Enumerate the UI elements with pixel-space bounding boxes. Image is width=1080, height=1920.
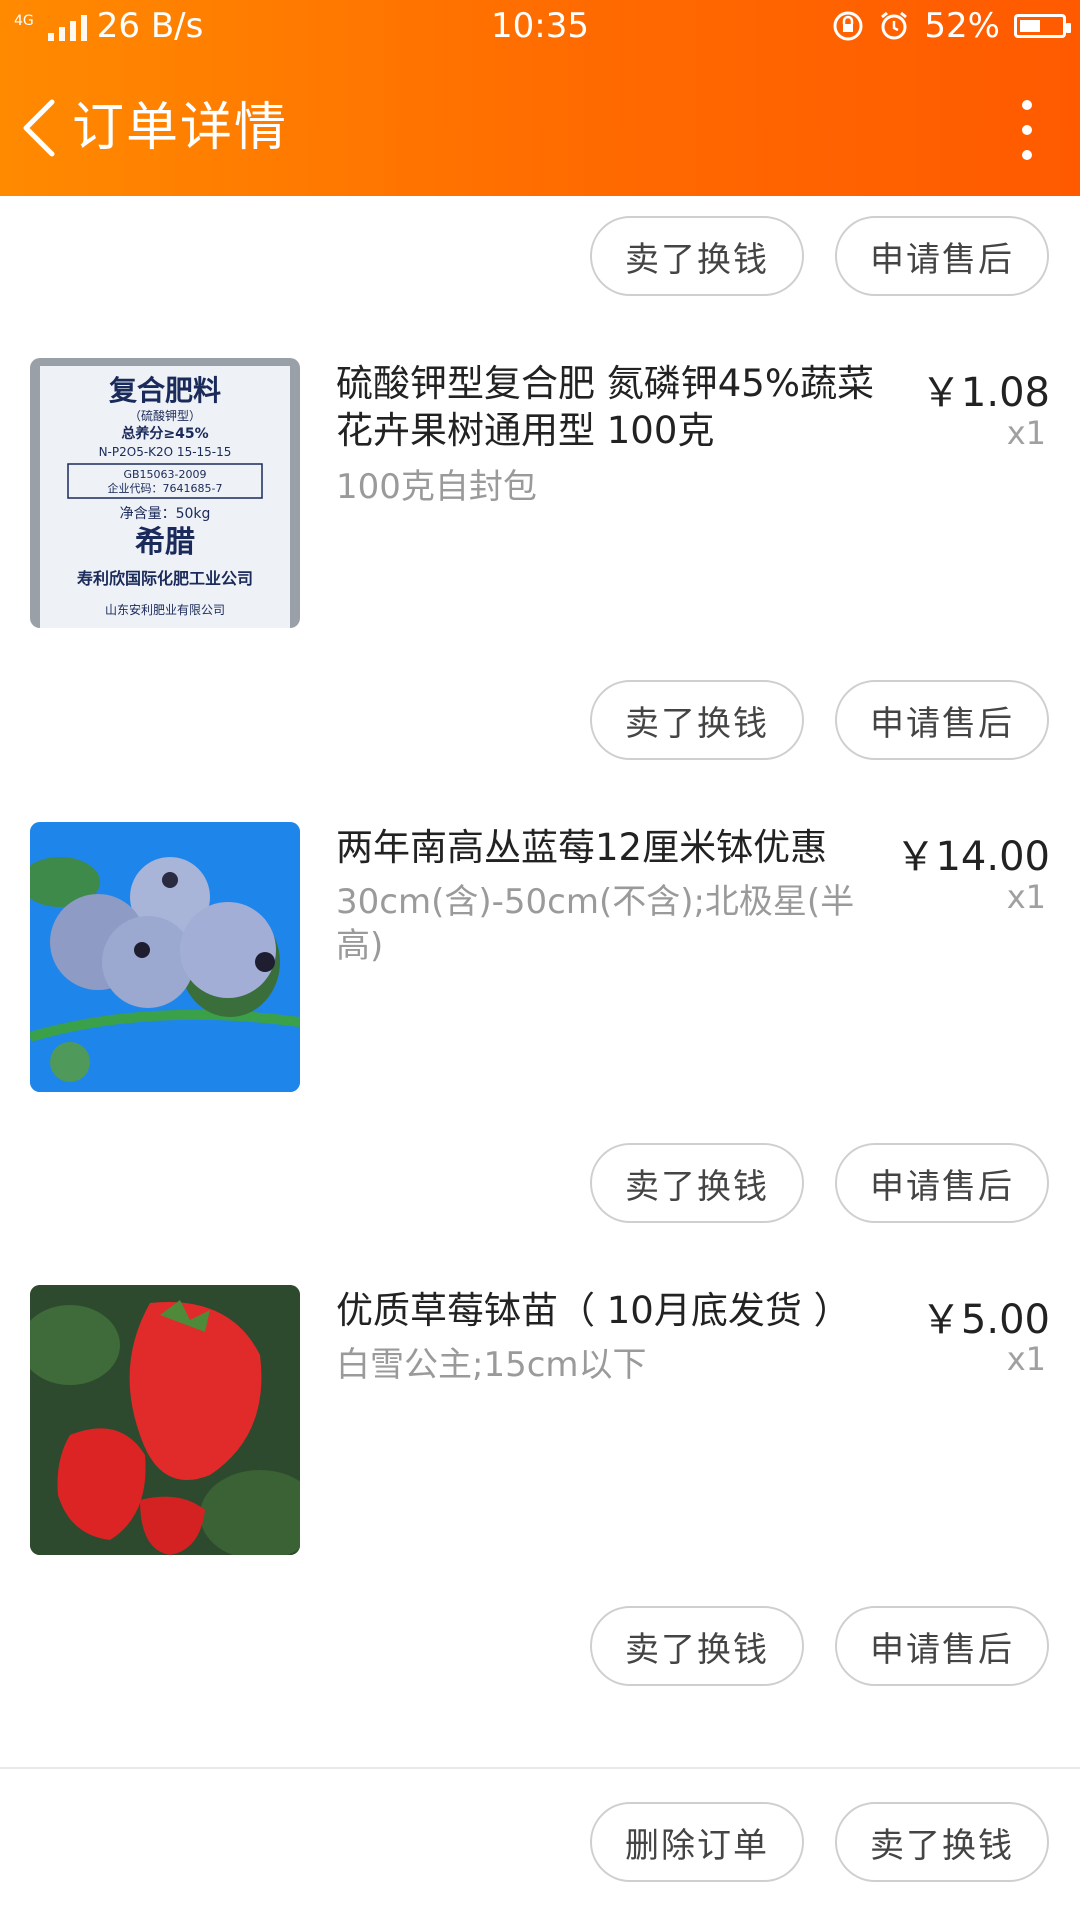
header: 4G 26 B/s 10:35 52% 订单详情 bbox=[0, 0, 1080, 196]
product-image-fertilizer[interactable]: 复合肥料 （硫酸钾型） 总养分≥45% N-P2O5-K2O 15-15-15 … bbox=[30, 358, 300, 628]
battery-icon bbox=[1014, 14, 1071, 38]
sell-button[interactable]: 卖了换钱 bbox=[590, 1143, 804, 1223]
product-quantity: x1 bbox=[1006, 1340, 1046, 1378]
product-spec: 白雪公主;15cm以下 bbox=[336, 1345, 647, 1385]
back-arrow-icon[interactable] bbox=[18, 98, 60, 158]
svg-text:净含量：50kg: 净含量：50kg bbox=[120, 506, 211, 522]
sell-button[interactable]: 卖了换钱 bbox=[590, 680, 804, 760]
product-spec: 100克自封包 bbox=[336, 467, 537, 507]
svg-text:总养分≥45%: 总养分≥45% bbox=[121, 425, 208, 442]
fertilizer-bag-icon: 复合肥料 （硫酸钾型） 总养分≥45% N-P2O5-K2O 15-15-15 … bbox=[30, 358, 300, 628]
svg-text:希腊: 希腊 bbox=[135, 525, 195, 560]
product-spec: 30cm(含)-50cm(不含);北极星(半高) bbox=[336, 882, 855, 966]
svg-text:（硫酸钾型）: （硫酸钾型） bbox=[129, 408, 201, 423]
sell-button[interactable]: 卖了换钱 bbox=[590, 216, 804, 296]
product-quantity: x1 bbox=[1006, 414, 1046, 452]
product-title[interactable]: 硫酸钾型复合肥 氮磷钾45%蔬菜花卉果树通用型 100克 bbox=[336, 360, 896, 454]
rotation-lock-icon bbox=[833, 11, 863, 41]
status-right: 52% bbox=[832, 6, 1071, 46]
product-image-blueberry[interactable] bbox=[30, 822, 300, 1092]
delete-order-button[interactable]: 删除订单 bbox=[590, 1802, 804, 1882]
svg-text:企业代码：7641685-7: 企业代码：7641685-7 bbox=[108, 481, 223, 495]
strawberries-icon bbox=[30, 1285, 300, 1555]
product-price: ￥1.08 bbox=[920, 370, 1050, 416]
svg-text:寿利欣国际化肥工业公司: 寿利欣国际化肥工业公司 bbox=[77, 569, 253, 588]
product-title[interactable]: 优质草莓钵苗（ 10月底发货 ） bbox=[336, 1287, 896, 1334]
sell-button[interactable]: 卖了换钱 bbox=[590, 1606, 804, 1686]
product-price: ￥5.00 bbox=[920, 1297, 1050, 1343]
sell-button[interactable]: 卖了换钱 bbox=[835, 1802, 1049, 1882]
product-quantity: x1 bbox=[1006, 878, 1046, 916]
svg-text:GB15063-2009: GB15063-2009 bbox=[123, 468, 206, 481]
product-price: ￥14.00 bbox=[895, 834, 1050, 880]
battery-percent: 52% bbox=[924, 6, 1000, 46]
product-title[interactable]: 两年南高丛蓝莓12厘米钵优惠 bbox=[336, 824, 896, 871]
blueberries-icon bbox=[30, 822, 300, 1092]
page-title: 订单详情 bbox=[72, 98, 289, 158]
alarm-icon bbox=[881, 11, 908, 40]
after-sale-button[interactable]: 申请售后 bbox=[835, 680, 1049, 760]
nav-bar: 订单详情 bbox=[0, 70, 1080, 190]
after-sale-button[interactable]: 申请售后 bbox=[835, 216, 1049, 296]
svg-text:N-P2O5-K2O 15-15-15: N-P2O5-K2O 15-15-15 bbox=[99, 445, 232, 459]
more-options-icon[interactable] bbox=[1014, 100, 1040, 160]
product-image-strawberry[interactable] bbox=[30, 1285, 300, 1555]
svg-text:复合肥料: 复合肥料 bbox=[109, 374, 221, 407]
after-sale-button[interactable]: 申请售后 bbox=[835, 1143, 1049, 1223]
after-sale-button[interactable]: 申请售后 bbox=[835, 1606, 1049, 1686]
status-bar: 4G 26 B/s 10:35 52% bbox=[0, 0, 1080, 56]
svg-text:山东安利肥业有限公司: 山东安利肥业有限公司 bbox=[105, 602, 225, 617]
divider bbox=[0, 1767, 1080, 1769]
